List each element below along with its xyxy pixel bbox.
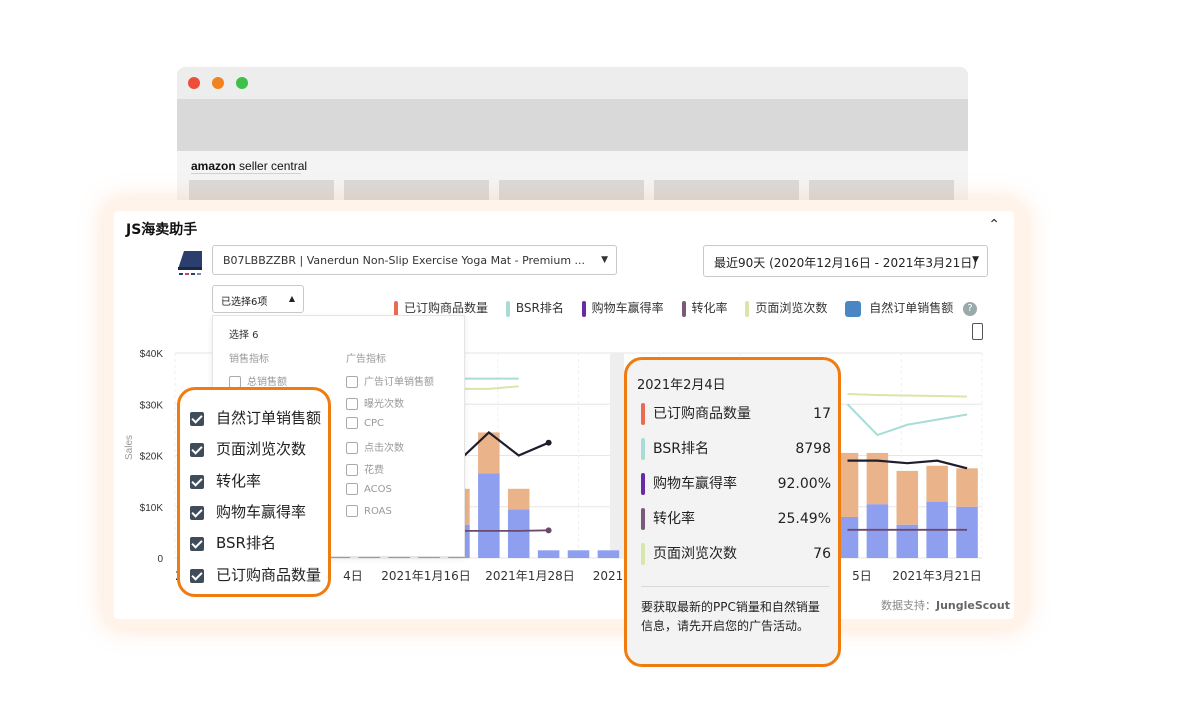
bar-organic-sales [866,504,889,558]
checkbox-icon [346,483,358,495]
y-axis-label: Sales [124,435,135,460]
tooltip-label: 购物车赢得率 [653,476,737,492]
checked-metric-label: 已订购商品数量 [216,566,322,584]
tooltip-swatch [641,438,645,460]
checked-metric-label: BSR排名 [216,534,276,552]
y-tick-label: $40K [140,349,164,360]
checkbox-checked-icon [190,442,204,457]
tooltip-value: 25.49% [777,511,831,527]
option-label: ROAS [364,506,392,517]
checked-metric-bsr[interactable]: BSR排名 [190,532,276,553]
x-tick-label: 4日 [343,569,363,583]
dropdown-option-total-sales[interactable]: 总销售额 [229,373,287,388]
bar-organic-sales [478,473,500,558]
option-label: 广告订单销售额 [364,377,434,388]
bar-organic-sales [507,509,530,558]
checked-metric-page-views[interactable]: 页面浏览次数 [190,438,306,459]
tooltip-swatch [641,508,645,530]
option-label: 曝光次数 [364,399,404,410]
option-label: 点击次数 [364,443,404,454]
checkbox-checked-icon [190,568,204,583]
y-axis: $40K $30K $20K $10K 0 [140,349,164,565]
checkbox-checked-icon [190,505,204,520]
series-line [847,459,968,470]
tooltip-label: 页面浏览次数 [653,546,737,562]
checkbox-icon [346,464,358,476]
checkbox-checked-icon [190,411,204,426]
tooltip-note: 要获取最新的PPC销量和自然销量信息，请先开启您的广告活动。 [641,600,820,633]
option-label: CPC [364,418,384,429]
y-tick-label: $30K [140,400,164,411]
x-tick-label: 2021年1月28日 [485,569,574,583]
dropdown-option-impressions[interactable]: 曝光次数 [346,395,404,410]
bar-organic-sales [537,550,560,558]
tooltip-label: BSR排名 [653,441,709,457]
checkbox-icon [346,417,358,429]
tooltip-date: 2021年2月4日 [637,378,726,393]
checked-metric-label: 页面浏览次数 [216,440,307,458]
tooltip-label: 转化率 [653,511,695,527]
checked-metric-label: 自然订单销售额 [216,409,322,427]
hover-point [545,439,552,446]
checkbox-checked-icon [190,474,204,489]
bar-ordered-units [926,465,948,502]
tooltip-row-conversion: 转化率 25.49% [641,508,831,530]
tooltip-swatch [641,473,645,495]
tooltip-row-bsr: BSR排名 8798 [641,438,831,460]
dropdown-option-ad-sales[interactable]: 广告订单销售额 [346,373,434,388]
bar-ordered-units [896,470,919,525]
bar-organic-sales [956,506,978,558]
checkbox-checked-icon [190,536,204,551]
bar-organic-sales [567,550,590,558]
tooltip-swatch [641,403,645,425]
tooltip-row-page-views: 页面浏览次数 76 [641,543,831,565]
y-tick-label: $20K [140,452,164,463]
checked-metric-label: 转化率 [216,472,262,490]
dropdown-option-spend[interactable]: 花费 [346,461,384,476]
dropdown-option-acos[interactable]: ACOS [346,483,392,495]
tooltip-value: 8798 [795,441,831,457]
checked-metric-buybox[interactable]: 购物车赢得率 [190,501,306,522]
x-tick-label: 2021 [593,569,624,583]
checkbox-icon [346,398,358,410]
bar-ordered-units [507,488,530,510]
tooltip-value: 17 [813,406,831,422]
y-tick-label: 0 [157,554,163,565]
dropdown-group-ads: 广告指标 [346,354,386,365]
dropdown-option-roas[interactable]: ROAS [346,505,392,517]
hover-point [545,527,552,534]
checkbox-icon [346,442,358,454]
checked-metric-organic-sales[interactable]: 自然订单销售额 [190,407,321,428]
y-tick-label: $10K [140,503,164,514]
dropdown-header: 选择 6 [229,330,259,341]
checked-metrics-callout: 自然订单销售额 页面浏览次数 转化率 购物车赢得率 BSR排名 已订购商品数量 [177,387,331,597]
dropdown-group-sales: 销售指标 [229,354,269,365]
bar-organic-sales [597,550,620,558]
tooltip-divider [641,586,829,587]
checkbox-icon [346,376,358,388]
tooltip-row-buybox: 购物车赢得率 92.00% [641,473,831,495]
tooltip-row-ordered-units: 已订购商品数量 17 [641,403,831,425]
x-tick-label: 2021年3月21日 [892,569,981,583]
tooltip-swatch [641,543,645,565]
series-line [847,393,968,398]
sales-chart: $40K$30K$20K$10K0 Sales 24日2021年1月16日202… [124,349,983,583]
bar-ordered-units [956,468,978,507]
dropdown-option-clicks[interactable]: 点击次数 [346,439,404,454]
tooltip-value: 92.00% [777,476,831,492]
chart-tooltip-callout: 2021年2月4日 已订购商品数量 17 BSR排名 8798 购物车赢得率 92.0… [624,357,841,667]
checked-metric-label: 购物车赢得率 [216,503,307,521]
dropdown-option-cpc[interactable]: CPC [346,417,384,429]
x-tick-label: 2021年1月16日 [381,569,470,583]
tooltip-label: 已订购商品数量 [653,406,751,422]
series-line [846,403,968,437]
option-label: 花费 [364,465,384,476]
checked-metric-conversion[interactable]: 转化率 [190,470,261,491]
tooltip-value: 76 [813,546,831,562]
x-tick-label: 5日 [852,569,872,583]
option-label: ACOS [364,484,392,495]
checked-metric-ordered-units[interactable]: 已订购商品数量 [190,564,321,585]
hover-band [610,353,624,558]
checkbox-icon [346,505,358,517]
